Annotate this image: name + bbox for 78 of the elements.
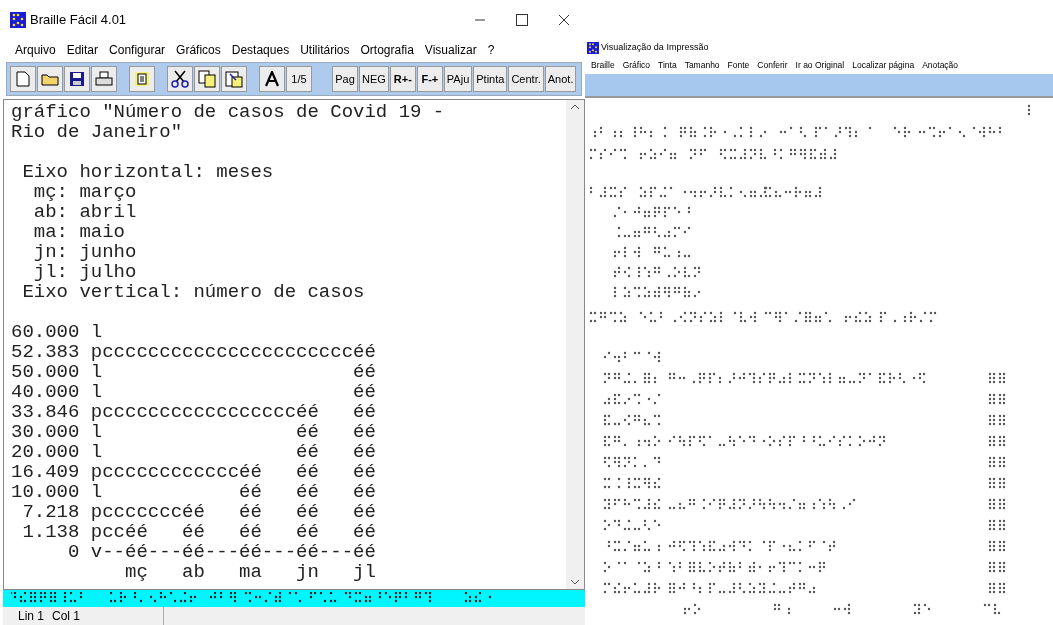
toolbar-button[interactable]: PAju — [443, 66, 473, 92]
scrollbar[interactable] — [566, 100, 584, 589]
toolbar-button[interactable]: Anot. — [544, 66, 577, 92]
text-line: 33.846 pcccccccccccccccccéé éé — [11, 402, 377, 422]
format-button[interactable] — [129, 66, 155, 92]
maximize-icon[interactable] — [516, 14, 528, 26]
menu-item[interactable]: Gráficos — [175, 41, 222, 59]
menu-item[interactable]: Utilitários — [299, 41, 351, 59]
scroll-up-icon[interactable] — [570, 104, 580, 110]
text-line: 52.383 pccccccccccccccccccccccéé — [11, 342, 377, 362]
text-line: 50.000 l éé — [11, 362, 377, 382]
menu-item[interactable]: Configurar — [108, 41, 167, 59]
text-line: 7.218 pcccccccéé éé éé éé — [21, 502, 377, 522]
font-button[interactable] — [259, 66, 285, 92]
text-line: jl: julho — [32, 262, 138, 282]
text-line: 30.000 l éé éé — [11, 422, 377, 442]
toolbar-button[interactable]: Centr. — [508, 66, 544, 92]
menu-item[interactable]: Conferir — [757, 58, 788, 72]
text-line: 16.409 pccccccccccccéé éé éé — [11, 462, 377, 482]
text-line: 10.000 l éé éé éé — [11, 482, 377, 502]
text-line: 0 v--éé---éé---éé---éé---éé — [67, 542, 377, 562]
save-icon — [69, 71, 85, 87]
text-line: Eixo horizontal: meses — [21, 162, 275, 182]
cut-button[interactable] — [167, 66, 193, 92]
toolbar-button[interactable]: Ptinta — [473, 66, 508, 92]
text-line: Rio de Janeiro" — [11, 122, 184, 142]
copy-icon — [198, 70, 216, 88]
new-button[interactable] — [10, 66, 36, 92]
paste-button[interactable] — [221, 66, 247, 92]
text-line: 20.000 l éé éé — [11, 442, 377, 462]
text-line: ab: abril — [32, 202, 138, 222]
menu-item[interactable]: Tinta — [658, 58, 677, 72]
window-title: Visualização da Impressão — [601, 41, 709, 55]
text-line: 1.138 pccéé éé éé éé éé — [21, 522, 377, 542]
window-title: Braille Fácil 4.01 — [30, 11, 127, 30]
save-button[interactable] — [64, 66, 90, 92]
menu-item[interactable]: Visualizar — [423, 41, 478, 59]
text-line: ma: maio — [32, 222, 127, 242]
menu-item[interactable]: Ir ao Original — [795, 58, 845, 72]
text-line: mç: março — [32, 182, 138, 202]
status-text: Lin 1 — [17, 608, 45, 625]
menu-item[interactable]: ? — [486, 41, 496, 59]
printer-icon — [95, 71, 113, 87]
app-logo-icon — [10, 12, 26, 28]
menu-item[interactable]: Fonte — [727, 58, 750, 72]
font-icon — [265, 71, 279, 87]
text-line: jn: junho — [32, 242, 138, 262]
toolbar-button[interactable]: F-+ — [416, 66, 443, 92]
menu-item[interactable]: Arquivo — [14, 41, 57, 59]
menu-item[interactable]: Editar — [65, 41, 100, 59]
toolbar-button[interactable]: Pag — [332, 66, 358, 92]
text-line: Eixo vertical: número de casos — [21, 282, 366, 302]
text-line: 60.000 l — [11, 322, 104, 342]
menu-item[interactable]: Braille — [591, 58, 615, 72]
toolbar-button[interactable]: NEG — [359, 66, 389, 92]
menu-item[interactable]: Gráfico — [622, 58, 651, 72]
paste-icon — [225, 70, 243, 88]
status-text: Col 1 — [44, 607, 165, 625]
text-line: gráfico "Número de casos de Covid 19 - — [11, 102, 446, 122]
toolbar-button[interactable]: R+- — [389, 66, 416, 92]
menu-item[interactable]: Destaques — [230, 41, 291, 59]
document-icon — [16, 71, 30, 87]
close-icon[interactable] — [558, 14, 570, 26]
menu-item[interactable]: Anotação — [922, 58, 959, 72]
menu-item[interactable]: Ortografia — [359, 41, 415, 59]
folder-icon — [41, 72, 59, 86]
clipboard-icon — [134, 71, 150, 87]
toolbar-button[interactable]: 1/5 — [286, 66, 312, 92]
menu-item[interactable]: Localizar página — [852, 58, 915, 72]
scroll-down-icon[interactable] — [570, 579, 580, 585]
open-button[interactable] — [37, 66, 63, 92]
text-line: 40.000 l éé — [11, 382, 377, 402]
app-logo-icon — [587, 42, 599, 54]
menu-item[interactable]: Tamanho — [684, 58, 720, 72]
text-line: mç ab ma jn jl — [124, 562, 377, 582]
copy-button[interactable] — [194, 66, 220, 92]
scissors-icon — [171, 70, 189, 88]
print-button[interactable] — [91, 66, 117, 92]
